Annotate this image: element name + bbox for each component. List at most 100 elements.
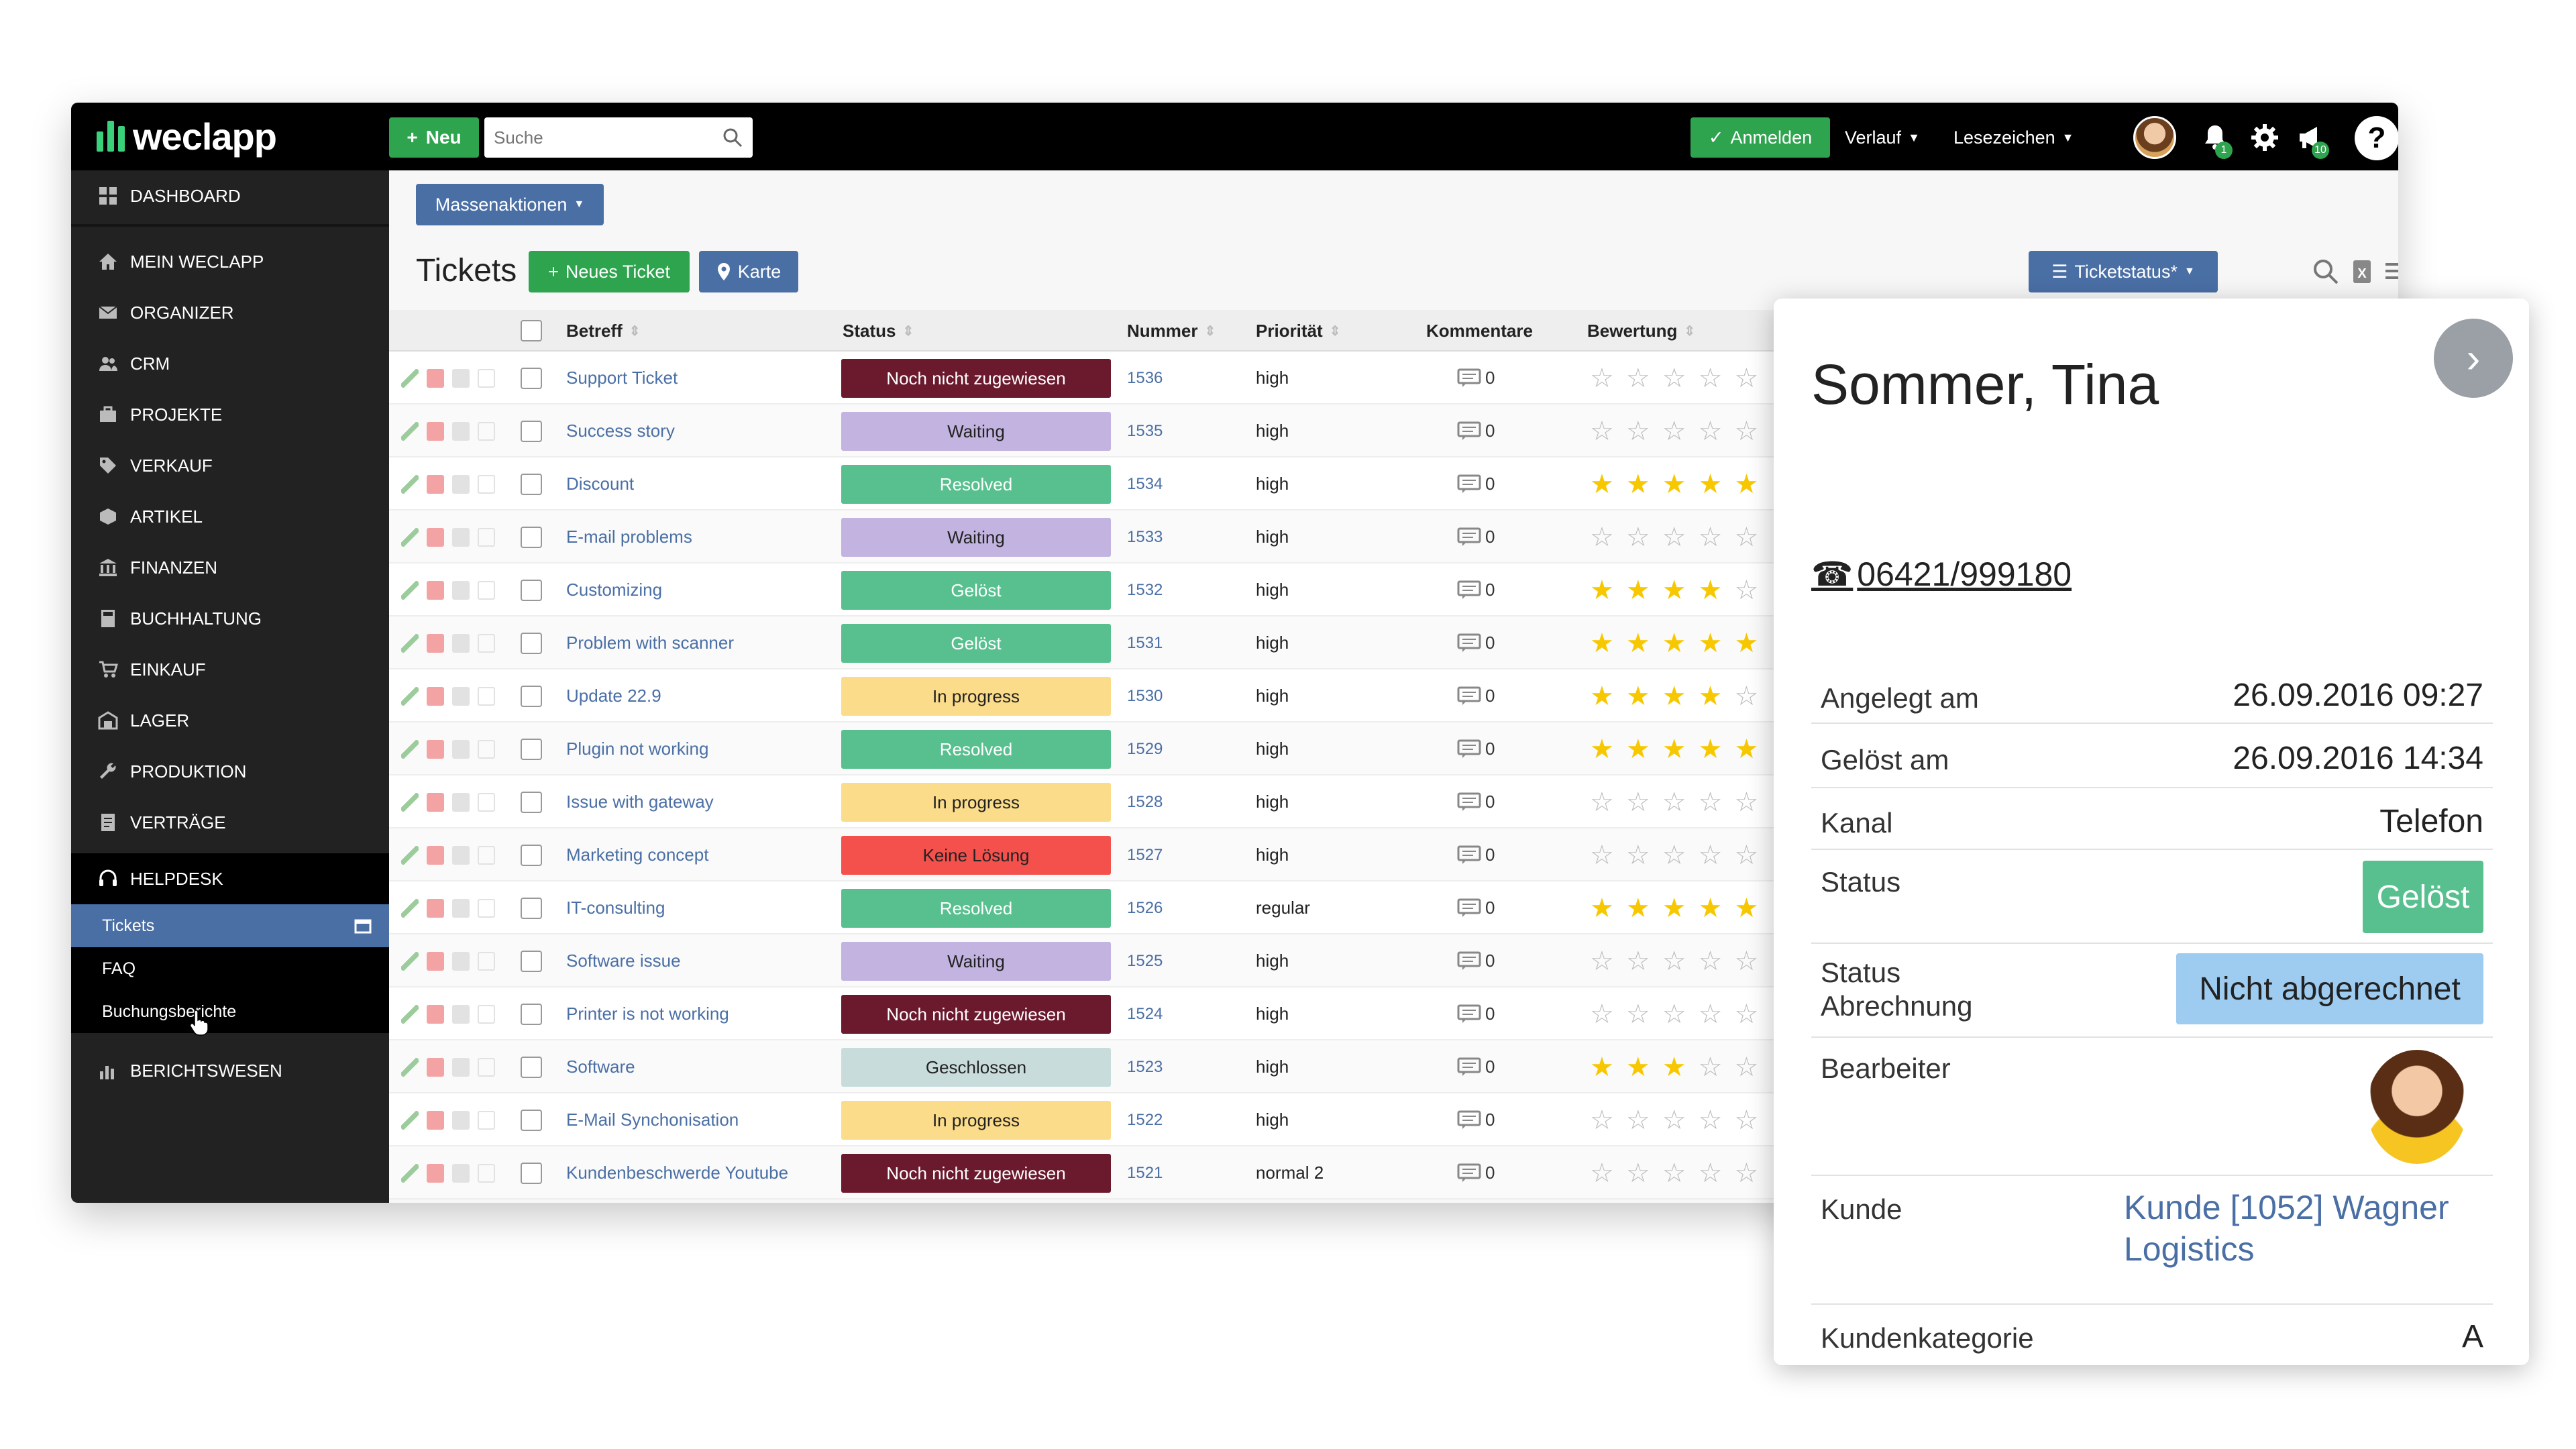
excel-export-icon[interactable]: X: [2348, 258, 2376, 286]
edit-icon[interactable]: [401, 527, 419, 547]
star-empty-icon[interactable]: ☆: [1626, 1158, 1650, 1189]
column-header-priority[interactable]: Priorität ⇕: [1256, 310, 1340, 352]
sidebar-item-einkauf[interactable]: EINKAUF: [71, 648, 389, 691]
ticket-subject-link[interactable]: Success story: [566, 405, 675, 458]
sidebar-item-helpdesk[interactable]: HELPDESK: [71, 853, 389, 904]
history-dropdown[interactable]: Verlauf ▼: [1845, 117, 1920, 158]
ticket-subject-link[interactable]: IT-consulting: [566, 881, 665, 934]
sidebar-item-berichtswesen[interactable]: BERICHTSWESEN: [71, 1049, 389, 1092]
delete-icon[interactable]: [427, 474, 444, 494]
star-filled-icon[interactable]: ★: [1699, 575, 1723, 606]
delete-icon[interactable]: [427, 1110, 444, 1130]
columns-settings-icon[interactable]: [2383, 258, 2398, 286]
sidebar-item-finanzen[interactable]: FINANZEN: [71, 546, 389, 589]
star-filled-icon[interactable]: ★: [1734, 469, 1758, 500]
copy-icon[interactable]: [452, 527, 470, 547]
row-checkbox[interactable]: [521, 352, 542, 405]
star-empty-icon[interactable]: ☆: [1699, 522, 1723, 553]
open-window-icon[interactable]: [478, 421, 495, 441]
copy-icon[interactable]: [452, 368, 470, 388]
star-empty-icon[interactable]: ☆: [1734, 416, 1758, 447]
ticket-subject-link[interactable]: Support Ticket: [566, 352, 678, 405]
copy-icon[interactable]: [452, 686, 470, 706]
comments-cell[interactable]: 0: [1457, 564, 1495, 616]
ticket-subject-link[interactable]: Discount: [566, 458, 634, 511]
star-filled-icon[interactable]: ★: [1662, 681, 1686, 712]
star-empty-icon[interactable]: ☆: [1699, 840, 1723, 871]
delete-icon[interactable]: [427, 686, 444, 706]
next-arrow-button[interactable]: ›: [2434, 319, 2513, 398]
star-empty-icon[interactable]: ☆: [1699, 363, 1723, 394]
star-empty-icon[interactable]: ☆: [1626, 522, 1650, 553]
comments-cell[interactable]: 0: [1457, 669, 1495, 722]
sidebar-item-vertraege[interactable]: VERTRÄGE: [71, 801, 389, 844]
rating-stars[interactable]: ☆ ☆ ☆ ☆ ☆: [1590, 1146, 1758, 1199]
status-badge[interactable]: Waiting: [841, 412, 1111, 451]
sidebar-item-dashboard[interactable]: DASHBOARD: [71, 174, 389, 217]
star-empty-icon[interactable]: ☆: [1699, 946, 1723, 977]
row-checkbox[interactable]: [521, 722, 542, 775]
status-badge[interactable]: In progress: [841, 783, 1111, 822]
user-avatar[interactable]: [2133, 116, 2176, 159]
status-badge[interactable]: Keine Lösung: [841, 836, 1111, 875]
star-filled-icon[interactable]: ★: [1734, 893, 1758, 924]
edit-icon[interactable]: [401, 686, 419, 706]
star-empty-icon[interactable]: ☆: [1590, 1105, 1614, 1136]
bookmarks-dropdown[interactable]: Lesezeichen ▼: [1953, 117, 2074, 158]
delete-icon[interactable]: [427, 1057, 444, 1077]
sidebar-subitem-faq[interactable]: FAQ: [71, 947, 389, 990]
edit-icon[interactable]: [401, 739, 419, 759]
delete-icon[interactable]: [427, 1004, 444, 1024]
copy-icon[interactable]: [452, 898, 470, 918]
star-empty-icon[interactable]: ☆: [1590, 363, 1614, 394]
ticket-subject-link[interactable]: Software issue: [566, 934, 681, 987]
open-window-icon[interactable]: [478, 686, 495, 706]
new-button[interactable]: + Neu: [389, 117, 479, 158]
star-empty-icon[interactable]: ☆: [1590, 522, 1614, 553]
star-empty-icon[interactable]: ☆: [1662, 416, 1686, 447]
logo[interactable]: weclapp: [97, 115, 277, 158]
star-empty-icon[interactable]: ☆: [1662, 840, 1686, 871]
ticket-subject-link[interactable]: E-mail problems: [566, 511, 692, 564]
star-empty-icon[interactable]: ☆: [1734, 1052, 1758, 1083]
status-badge[interactable]: Resolved: [841, 889, 1111, 928]
rating-stars[interactable]: ☆ ☆ ☆ ☆ ☆: [1590, 775, 1758, 828]
open-window-icon[interactable]: [478, 633, 495, 653]
search-icon[interactable]: [722, 127, 743, 148]
ticket-subject-link[interactable]: Plugin not working: [566, 722, 708, 775]
star-filled-icon[interactable]: ★: [1626, 628, 1650, 659]
comments-cell[interactable]: 0: [1457, 458, 1495, 511]
comments-cell[interactable]: 0: [1457, 722, 1495, 775]
star-empty-icon[interactable]: ☆: [1626, 999, 1650, 1030]
status-badge[interactable]: Gelöst: [2363, 861, 2483, 933]
edit-icon[interactable]: [401, 1163, 419, 1183]
ticket-subject-link[interactable]: Customizing: [566, 564, 662, 616]
comments-cell[interactable]: 0: [1457, 616, 1495, 669]
star-filled-icon[interactable]: ★: [1590, 469, 1614, 500]
status-badge[interactable]: In progress: [841, 677, 1111, 716]
comments-cell[interactable]: 0: [1457, 934, 1495, 987]
star-empty-icon[interactable]: ☆: [1590, 1158, 1614, 1189]
open-window-icon[interactable]: [478, 580, 495, 600]
star-empty-icon[interactable]: ☆: [1734, 1158, 1758, 1189]
star-filled-icon[interactable]: ★: [1590, 575, 1614, 606]
star-empty-icon[interactable]: ☆: [1626, 363, 1650, 394]
rating-stars[interactable]: ☆ ☆ ☆ ☆ ☆: [1590, 987, 1758, 1040]
star-empty-icon[interactable]: ☆: [1699, 1105, 1723, 1136]
star-empty-icon[interactable]: ☆: [1734, 787, 1758, 818]
star-filled-icon[interactable]: ★: [1699, 893, 1723, 924]
star-empty-icon[interactable]: ☆: [1662, 1105, 1686, 1136]
sidebar-item-produktion[interactable]: PRODUKTION: [71, 750, 389, 793]
copy-icon[interactable]: [452, 474, 470, 494]
row-checkbox[interactable]: [521, 828, 542, 881]
row-checkbox[interactable]: [521, 934, 542, 987]
new-ticket-button[interactable]: + Neues Ticket: [529, 251, 690, 292]
row-checkbox[interactable]: [521, 987, 542, 1040]
sidebar-subitem-tickets[interactable]: Tickets: [71, 904, 389, 947]
star-empty-icon[interactable]: ☆: [1734, 999, 1758, 1030]
star-filled-icon[interactable]: ★: [1626, 469, 1650, 500]
star-empty-icon[interactable]: ☆: [1662, 946, 1686, 977]
star-empty-icon[interactable]: ☆: [1590, 787, 1614, 818]
copy-icon[interactable]: [452, 633, 470, 653]
comments-cell[interactable]: 0: [1457, 881, 1495, 934]
